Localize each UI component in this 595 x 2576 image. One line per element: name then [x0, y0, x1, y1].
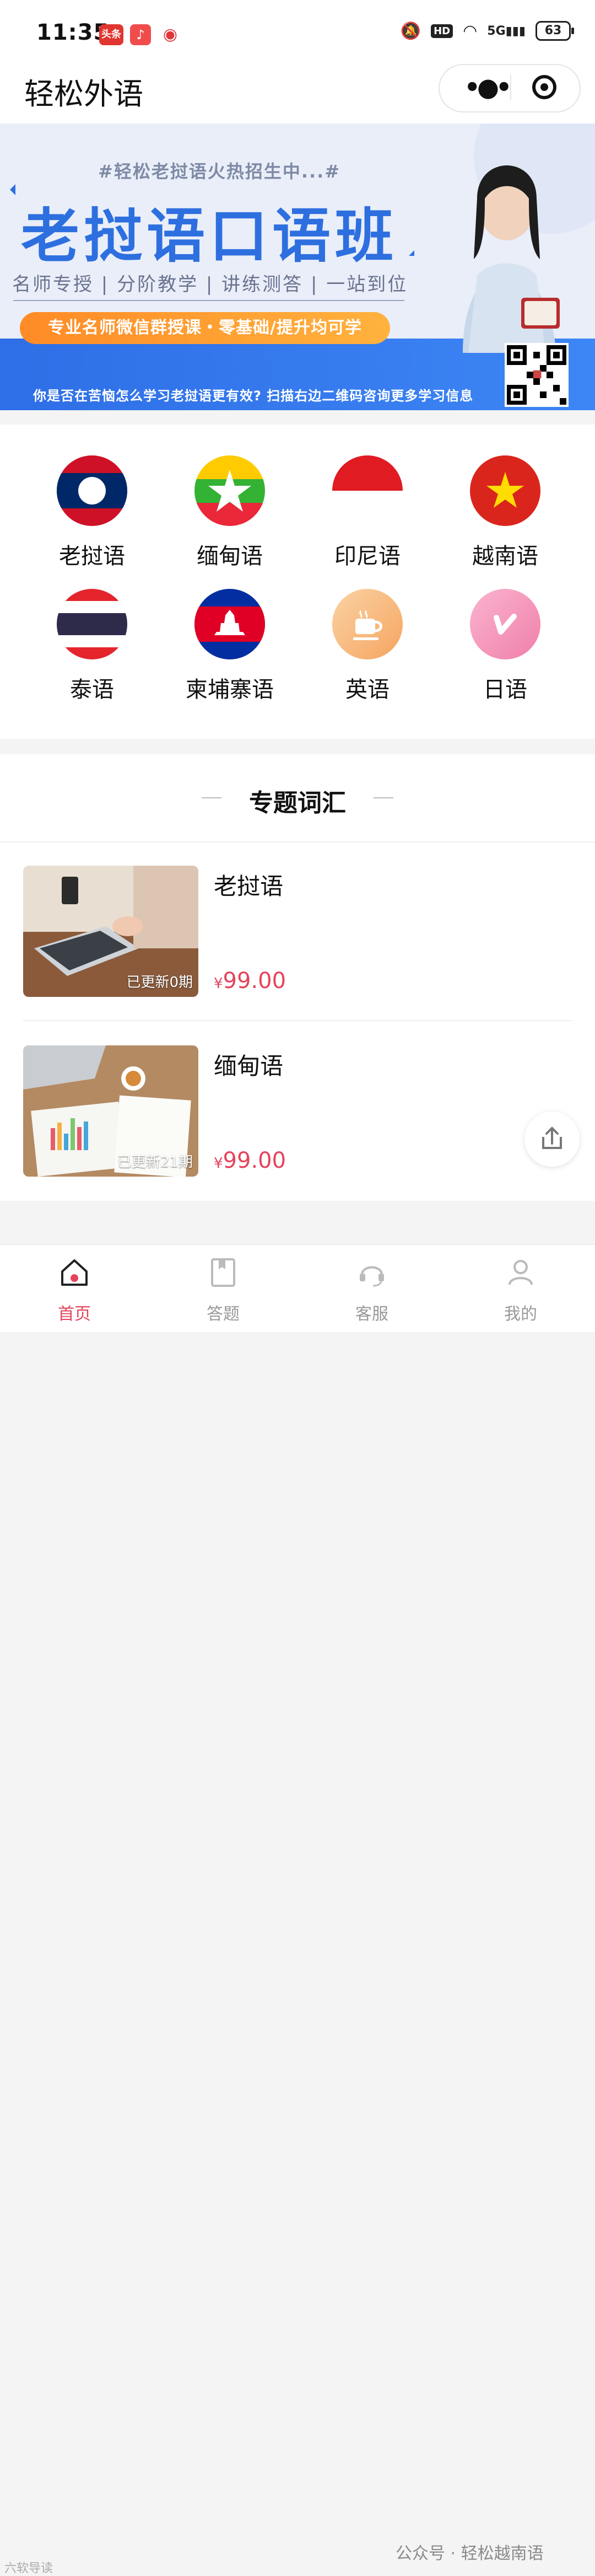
language-item-thailand[interactable]: 泰语	[23, 589, 161, 716]
user-icon	[509, 1260, 533, 1285]
capsule-menu: •●•	[439, 64, 581, 112]
course-price: ¥99.00	[214, 1148, 286, 1173]
course-title: 缅甸语	[214, 1053, 284, 1080]
update-badge: 已更新0期	[126, 974, 193, 991]
language-label: 日语	[483, 677, 527, 702]
course-list: 已更新0期 老挝语 ¥99.00 已更新21期 缅甸语 ¥99.00	[0, 842, 595, 1201]
cambodia-flag-icon	[194, 589, 265, 659]
language-item-japanese[interactable]: 日语	[436, 589, 574, 716]
language-item-english[interactable]: 英语	[299, 589, 436, 716]
mini-program-titlebar: 轻松外语 •●•	[0, 62, 595, 124]
tab-label: 我的	[504, 1305, 537, 1324]
language-item-vietnam[interactable]: 越南语	[436, 455, 574, 582]
language-label: 印尼语	[334, 544, 401, 569]
share-icon	[542, 1126, 562, 1149]
course-item[interactable]: 已更新21期 缅甸语 ¥99.00	[0, 1022, 595, 1201]
teacher-photo	[463, 165, 560, 353]
status-time: 11:35	[36, 20, 110, 45]
tab-service[interactable]: 客服	[298, 1245, 446, 1332]
bottom-tabbar: 首页 答题 客服 我的 公众号 · 轻松越南语 六软导读	[0, 1244, 595, 2575]
promo-banner[interactable]: #轻松老挝语火热招生中...# 老挝语口语班 名师专授 | 分阶教学 | 讲练测…	[0, 124, 595, 410]
indonesia-flag-icon	[332, 455, 403, 526]
tab-label: 客服	[355, 1305, 388, 1324]
laos-flag-icon	[57, 455, 127, 526]
language-label: 老挝语	[59, 544, 125, 569]
update-badge: 已更新21期	[117, 1154, 193, 1171]
hd-icon: HD	[431, 24, 453, 38]
course-thumbnail: 已更新0期	[23, 866, 198, 997]
qr-code-image	[507, 345, 566, 405]
language-label: 柬埔寨语	[186, 677, 274, 702]
tab-quiz[interactable]: 答题	[149, 1245, 298, 1332]
battery-icon: 63	[536, 21, 574, 41]
tab-label: 首页	[58, 1305, 91, 1324]
headset-icon	[360, 1266, 384, 1287]
section-header: 专题词汇	[0, 754, 595, 842]
capsule-divider	[510, 75, 511, 100]
language-item-cambodia[interactable]: 柬埔寨语	[161, 589, 299, 716]
coffee-cup-icon	[332, 589, 403, 659]
banner-footer: 你是否在苦恼怎么学习老挝语更有效? 扫描右边二维码咨询更多学习信息	[33, 388, 474, 404]
share-button[interactable]	[524, 1112, 580, 1167]
banner-subline: 名师专授 | 分阶教学 | 讲练测答 | 一站到位	[12, 273, 408, 296]
language-label: 缅甸语	[197, 544, 263, 569]
more-dots-icon[interactable]: •●•	[462, 72, 512, 103]
bookmark-icon	[211, 1258, 235, 1287]
language-item-myanmar[interactable]: 缅甸语	[161, 455, 299, 582]
title-dash-right	[374, 797, 393, 798]
course-thumbnail: 已更新21期	[23, 1045, 198, 1177]
divider	[23, 1020, 572, 1021]
tab-profile[interactable]: 我的	[446, 1245, 595, 1332]
status-bar: 11:35 头条 ♪ ◉ 🔕 HD ◠ 5G▮▮▮ 63	[0, 0, 595, 62]
banner-headline: 老挝语口语班	[21, 202, 398, 270]
status-icons: 🔕 HD ◠ 5G▮▮▮ 63	[400, 21, 574, 41]
video-notification-icon: ◉	[163, 25, 178, 44]
qr-code[interactable]	[505, 343, 569, 407]
toutiao-notification-icon: 头条	[99, 24, 123, 45]
section-title: 专题词汇	[249, 789, 346, 817]
course-price: ¥99.00	[214, 968, 286, 994]
wifi-icon: ◠	[463, 21, 478, 41]
language-label: 越南语	[472, 544, 538, 569]
signal-icon: 5G▮▮▮	[487, 24, 526, 38]
corner-watermark: 六软导读	[4, 2562, 53, 2575]
thailand-flag-icon	[57, 589, 127, 659]
vietnam-flag-icon	[470, 455, 540, 526]
language-item-indonesia[interactable]: 印尼语	[299, 455, 436, 582]
myanmar-flag-icon	[194, 455, 265, 526]
tab-home[interactable]: 首页	[0, 1245, 149, 1332]
target-close-icon[interactable]	[532, 75, 556, 99]
banner-rule	[13, 300, 404, 301]
banner-pill: 专业名师微信群授课・零基础/提升均可学	[20, 312, 390, 344]
mute-icon: 🔕	[400, 21, 421, 41]
language-item-laos[interactable]: 老挝语	[23, 455, 161, 582]
language-grid: 老挝语 缅甸语 印尼语 越南语 泰语 柬埔寨语 英语 日语	[0, 425, 595, 739]
music-notification-icon: ♪	[130, 24, 151, 45]
tab-label: 答题	[207, 1305, 240, 1324]
course-item[interactable]: 已更新0期 老挝语 ¥99.00	[0, 842, 595, 1021]
language-label: 英语	[345, 677, 390, 702]
home-icon	[61, 1259, 88, 1286]
page-title: 轻松外语	[24, 77, 143, 111]
wechat-watermark: 公众号 · 轻松越南语	[396, 2544, 544, 2563]
banner-hashtag: #轻松老挝语火热招生中...#	[98, 161, 341, 182]
language-label: 泰语	[70, 677, 114, 702]
course-title: 老挝语	[214, 873, 284, 900]
pink-logo-icon	[470, 589, 540, 659]
